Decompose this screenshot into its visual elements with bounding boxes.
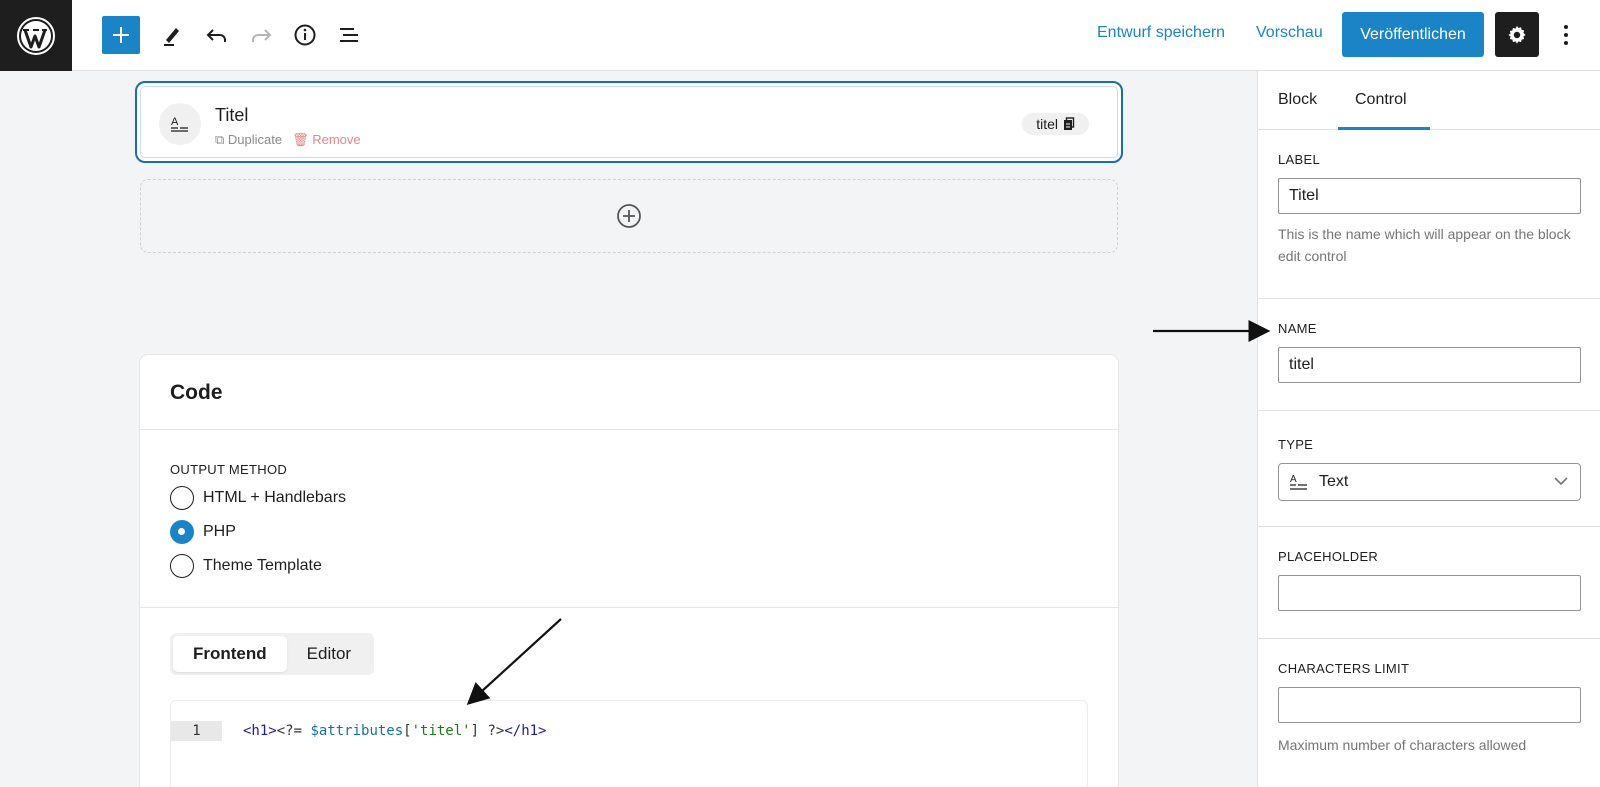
radio-php[interactable]: PHP	[170, 520, 236, 544]
placeholder-heading: PLACEHOLDER	[1278, 549, 1379, 564]
remove-link[interactable]: 🗑︎ Remove	[292, 132, 361, 148]
label-help: This is the name which will appear on th…	[1278, 226, 1571, 264]
characters-limit-heading: CHARACTERS LIMIT	[1278, 661, 1410, 676]
redo-icon	[252, 29, 272, 42]
settings-sidebar: Block Control LABEL Titel This is the na…	[1257, 71, 1600, 787]
preview-button[interactable]: Vorschau	[1256, 24, 1323, 42]
field-slug: titel	[1036, 116, 1058, 132]
code-panel: Code OUTPUT METHOD HTML + Handlebars PHP…	[140, 355, 1118, 787]
sidebar-tabs: Block Control	[1258, 71, 1600, 130]
list-view-icon	[340, 28, 358, 42]
text-field-icon: A	[1290, 474, 1307, 490]
label-input[interactable]: Titel	[1278, 178, 1581, 214]
field-type-badge: A	[159, 103, 201, 145]
settings-button[interactable]	[1495, 12, 1539, 57]
code-key: 'titel'	[411, 723, 471, 739]
radio-label: PHP	[203, 523, 236, 540]
field-title: Titel	[215, 105, 249, 125]
svg-text:A: A	[1290, 474, 1297, 485]
characters-limit-input[interactable]	[1278, 687, 1581, 723]
characters-limit-panel: CHARACTERS LIMIT Maximum number of chara…	[1258, 639, 1600, 787]
type-panel: TYPE A Text	[1258, 411, 1600, 527]
field-card-titel[interactable]: A Titel ⧉ Duplicate 🗑︎ Remove titel	[135, 81, 1123, 163]
name-heading: NAME	[1278, 321, 1317, 336]
more-vertical-icon	[1564, 25, 1568, 45]
add-field-zone[interactable]	[140, 179, 1118, 253]
copy-icon: ⧉	[215, 132, 228, 147]
code-editor[interactable]: 1 <h1><?= $attributes['titel'] ?></h1>	[170, 700, 1088, 787]
add-circle-icon	[617, 204, 641, 228]
edit-tool-button[interactable]	[153, 16, 191, 54]
code-open-tag: <h1>	[243, 723, 277, 739]
undo-icon	[206, 29, 226, 42]
name-panel: NAME titel	[1258, 299, 1600, 411]
code-php-close: ?>	[479, 723, 505, 739]
field-actions: ⧉ Duplicate 🗑︎ Remove	[215, 132, 361, 148]
label-panel: LABEL Titel This is the name which will …	[1258, 130, 1600, 299]
placeholder-panel: PLACEHOLDER	[1258, 527, 1600, 639]
copy-slug-icon	[1064, 117, 1075, 130]
code-tabs: Frontend Editor	[170, 633, 375, 675]
add-block-button[interactable]	[102, 16, 140, 54]
remove-label: Remove	[312, 132, 361, 147]
label-heading: LABEL	[1278, 152, 1320, 167]
type-select[interactable]: A Text	[1278, 463, 1581, 501]
pencil-icon	[164, 28, 179, 46]
publish-button[interactable]: Veröffentlichen	[1342, 12, 1484, 57]
svg-text:A: A	[171, 116, 179, 128]
radio-label: HTML + Handlebars	[203, 489, 347, 506]
code-bracket-close: ]	[470, 723, 480, 739]
gear-icon	[1508, 25, 1526, 44]
radio-theme-template[interactable]: Theme Template	[170, 554, 322, 578]
duplicate-link[interactable]: ⧉ Duplicate	[215, 132, 282, 148]
code-php-open: <?=	[276, 723, 311, 739]
tab-block[interactable]: Block	[1278, 91, 1317, 109]
editor-canvas: A Titel ⧉ Duplicate 🗑︎ Remove titel Code…	[0, 71, 1257, 787]
output-method-section: OUTPUT METHOD HTML + Handlebars PHP Them…	[140, 430, 1118, 608]
radio-html-handlebars[interactable]: HTML + Handlebars	[170, 486, 346, 510]
characters-limit-help: Maximum number of characters allowed	[1278, 737, 1527, 753]
details-button[interactable]	[286, 16, 324, 54]
chevron-down-icon	[1554, 477, 1568, 486]
code-line[interactable]: <h1><?= $attributes['titel'] ?></h1>	[243, 721, 547, 741]
type-select-value: Text	[1319, 473, 1349, 490]
editor-topbar: Entwurf speichern Vorschau Veröffentlich…	[0, 0, 1600, 71]
list-view-button[interactable]	[330, 16, 368, 54]
radio-label: Theme Template	[203, 557, 322, 574]
redo-button[interactable]	[242, 16, 280, 54]
wordpress-icon	[17, 16, 55, 55]
radio-circle[interactable]	[170, 486, 194, 510]
field-slug-pill[interactable]: titel	[1022, 113, 1089, 135]
output-method-label: OUTPUT METHOD	[170, 462, 288, 477]
options-button[interactable]	[1556, 16, 1576, 54]
wordpress-logo-button[interactable]	[0, 0, 72, 71]
code-variable: $attributes	[310, 723, 404, 739]
code-heading: Code	[140, 355, 1118, 430]
save-draft-button[interactable]: Entwurf speichern	[1097, 24, 1225, 42]
radio-circle[interactable]	[170, 554, 194, 578]
plus-icon	[113, 27, 129, 43]
type-heading: TYPE	[1278, 437, 1314, 452]
code-close-tag: </h1>	[504, 723, 547, 739]
radio-circle-checked[interactable]	[170, 520, 194, 544]
placeholder-input[interactable]	[1278, 575, 1581, 611]
info-icon	[294, 24, 316, 46]
line-number: 1	[171, 721, 222, 741]
tab-frontend[interactable]: Frontend	[173, 636, 287, 672]
name-input[interactable]: titel	[1278, 347, 1581, 383]
undo-button[interactable]	[198, 16, 236, 54]
code-bracket-open: [	[403, 723, 412, 739]
tab-control[interactable]: Control	[1355, 91, 1407, 109]
duplicate-label: Duplicate	[227, 132, 283, 147]
text-field-icon: A	[171, 116, 188, 132]
tab-editor[interactable]: Editor	[287, 636, 371, 672]
trash-icon: 🗑︎	[292, 132, 313, 147]
